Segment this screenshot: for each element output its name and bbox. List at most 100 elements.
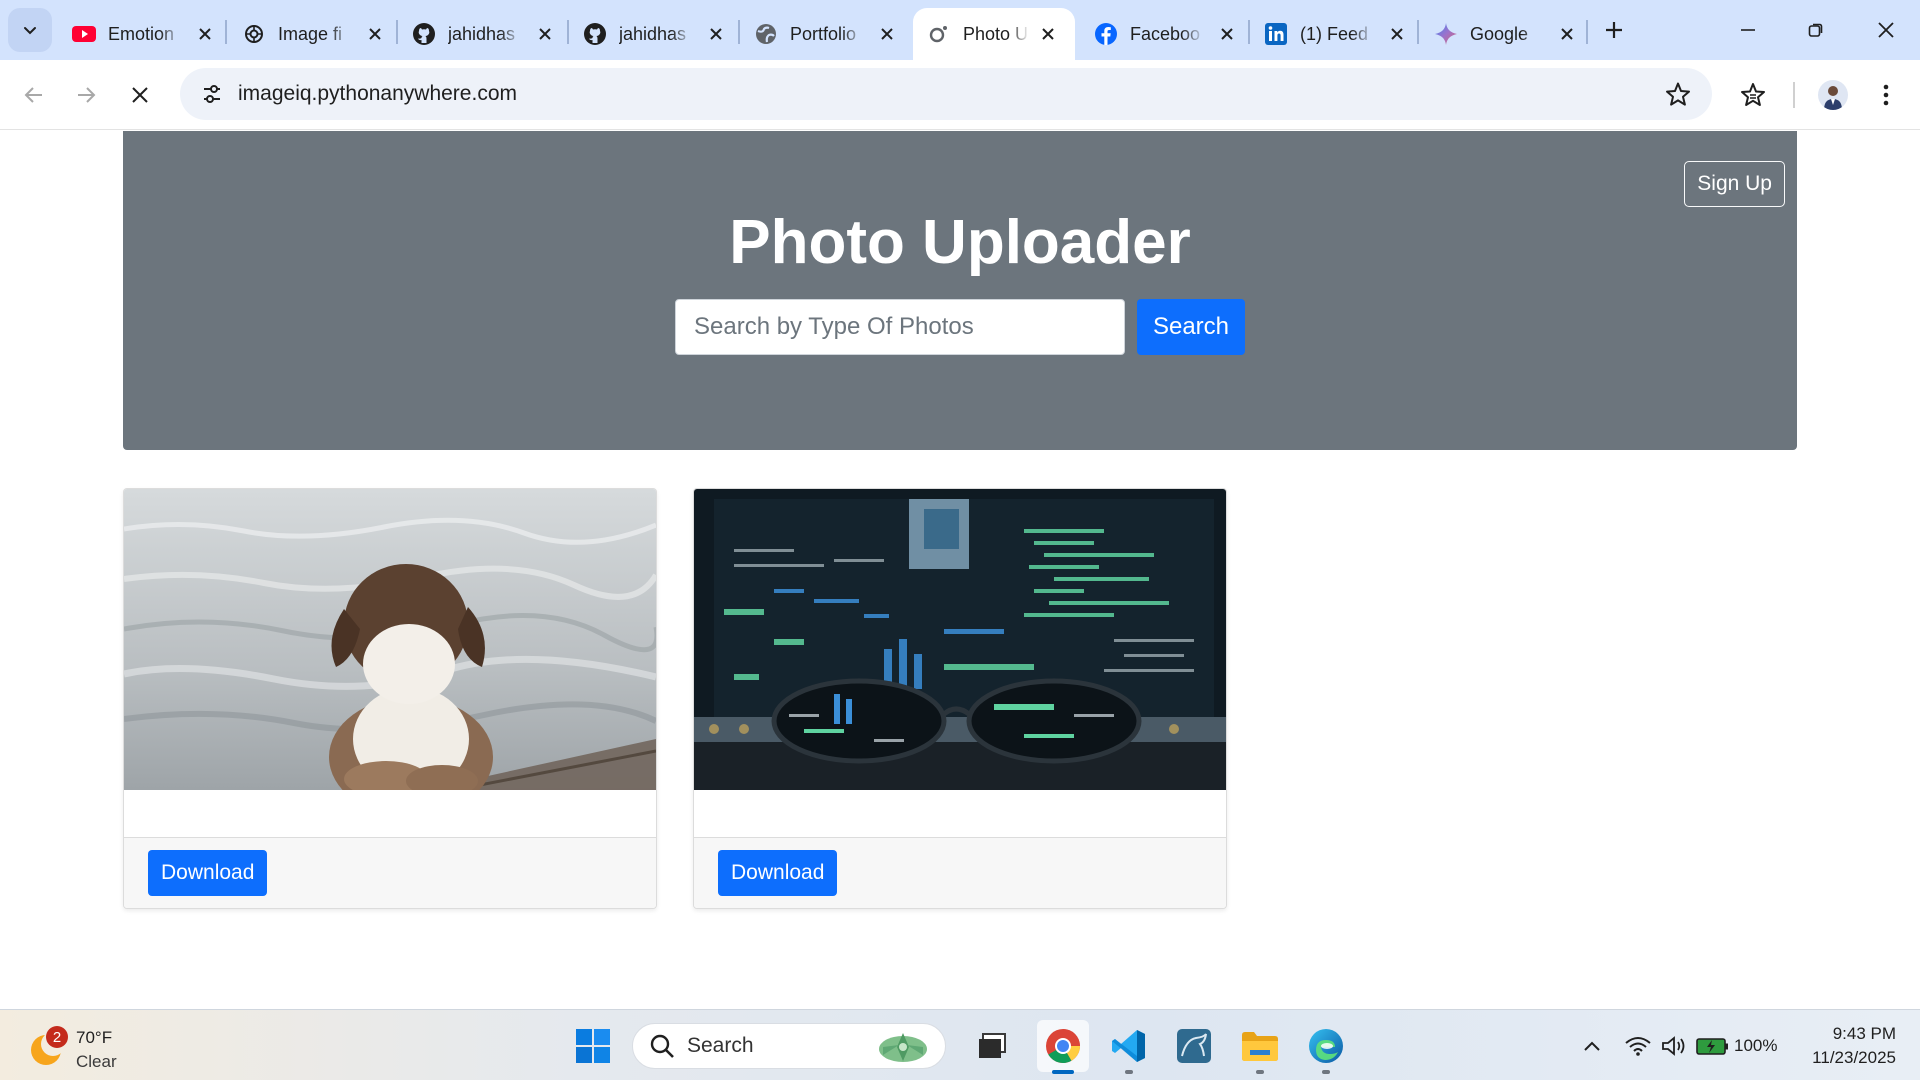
search-input[interactable] xyxy=(675,299,1125,355)
tab-photo-uploader[interactable]: Photo U xyxy=(913,8,1075,60)
tab-title: jahidhas xyxy=(619,23,687,44)
clock-date: 11/23/2025 xyxy=(1812,1048,1896,1067)
tab-close-icon[interactable] xyxy=(364,23,386,45)
star-list-icon xyxy=(1741,83,1765,106)
volume-status[interactable] xyxy=(1658,1032,1690,1060)
url-text: imageiq.pythonanywhere.com xyxy=(238,82,517,105)
gemini-icon xyxy=(1434,22,1458,46)
tab-close-icon[interactable] xyxy=(705,23,727,45)
download-button[interactable]: Download xyxy=(148,850,268,896)
taskbar-search-label: Search xyxy=(687,1034,754,1057)
bookmark-star-icon[interactable] xyxy=(1662,78,1694,110)
taskbar-file-explorer[interactable] xyxy=(1234,1020,1286,1074)
speaker-icon xyxy=(1662,1036,1685,1056)
tab-facebook[interactable]: Faceboo xyxy=(1080,8,1252,60)
minimize-button[interactable] xyxy=(1714,0,1782,60)
tab-github-1[interactable]: jahidhas xyxy=(398,8,570,60)
tab-separator xyxy=(225,20,227,44)
taskbar-edge[interactable] xyxy=(1300,1020,1352,1074)
search-button[interactable]: Search xyxy=(1137,299,1245,355)
close-icon xyxy=(1878,22,1894,38)
sign-up-button[interactable]: Sign Up xyxy=(1684,161,1785,207)
start-button[interactable] xyxy=(567,1020,619,1072)
running-app-indicator xyxy=(1256,1070,1264,1074)
weather-condition: Clear xyxy=(76,1052,117,1071)
close-window-button[interactable] xyxy=(1852,0,1920,60)
linkedin-icon xyxy=(1264,22,1288,46)
tab-close-icon[interactable] xyxy=(1556,23,1578,45)
github-icon xyxy=(583,22,607,46)
windows-taskbar: 2 70°F Clear Search 100% 9:43 PM 11/23/2… xyxy=(0,1009,1920,1080)
tab-github-2[interactable]: jahidhas xyxy=(569,8,741,60)
tab-separator xyxy=(1586,20,1588,44)
system-clock[interactable]: 9:43 PM 11/23/2025 xyxy=(1812,1022,1896,1070)
battery-charging-icon xyxy=(1696,1038,1728,1055)
running-app-indicator xyxy=(1322,1070,1330,1074)
chrome-icon xyxy=(1046,1029,1080,1063)
youtube-icon xyxy=(72,22,96,46)
search-icon xyxy=(650,1034,674,1058)
tab-portfolio[interactable]: Portfolio xyxy=(740,8,912,60)
browser-toolbar: imageiq.pythonanywhere.com xyxy=(0,60,1920,130)
edge-icon xyxy=(1309,1029,1343,1063)
show-hidden-icons-button[interactable] xyxy=(1580,1032,1604,1060)
toolbar-divider xyxy=(1793,82,1795,108)
browser-tab-strip: Emotion Image fi jahidhas jahidhas Portf… xyxy=(0,0,1920,60)
bookmarks-button[interactable] xyxy=(1733,75,1773,115)
tab-title: Image fi xyxy=(278,23,343,44)
taskbar-vscode[interactable] xyxy=(1103,1020,1155,1074)
tab-title: Portfolio xyxy=(790,23,857,44)
tab-search-button[interactable] xyxy=(8,8,52,52)
notification-badge: 2 xyxy=(46,1026,68,1048)
stop-loading-button[interactable] xyxy=(120,75,160,115)
site-info-icon[interactable] xyxy=(186,68,238,120)
tab-close-icon[interactable] xyxy=(876,23,898,45)
restore-button[interactable] xyxy=(1782,0,1850,60)
tab-linkedin[interactable]: (1) Feed xyxy=(1250,8,1422,60)
kebab-menu-icon xyxy=(1883,84,1889,106)
taskbar-task-view[interactable] xyxy=(967,1020,1019,1072)
card-body xyxy=(124,790,656,838)
weather-widget[interactable]: 2 70°F Clear xyxy=(28,1018,158,1074)
taskbar-chrome[interactable] xyxy=(1037,1020,1089,1074)
back-button[interactable] xyxy=(14,75,54,115)
photo-code-image xyxy=(694,489,1226,790)
wifi-status[interactable] xyxy=(1622,1032,1654,1060)
menu-button[interactable] xyxy=(1866,75,1906,115)
card-footer: Download xyxy=(694,838,1226,908)
tab-title: Emotion xyxy=(108,23,175,44)
battery-status[interactable]: 100% xyxy=(1696,1032,1786,1060)
forward-button[interactable] xyxy=(66,75,106,115)
card-body xyxy=(694,790,1226,838)
tab-close-icon[interactable] xyxy=(1037,23,1059,45)
tab-close-icon[interactable] xyxy=(534,23,556,45)
search-form: Search xyxy=(675,299,1245,355)
download-button[interactable]: Download xyxy=(718,850,838,896)
tab-google[interactable]: Google xyxy=(1420,8,1592,60)
tab-close-icon[interactable] xyxy=(1216,23,1238,45)
taskbar-mysql-workbench[interactable] xyxy=(1168,1020,1220,1072)
vscode-icon xyxy=(1112,1030,1145,1062)
chatgpt-icon xyxy=(242,22,266,46)
mysql-workbench-icon xyxy=(1177,1029,1211,1063)
tab-emotion[interactable]: Emotion xyxy=(58,8,230,60)
tab-title: Google xyxy=(1470,23,1529,44)
profile-button[interactable] xyxy=(1813,75,1853,115)
tab-close-icon[interactable] xyxy=(194,23,216,45)
running-app-indicator xyxy=(1125,1070,1133,1074)
tab-close-icon[interactable] xyxy=(1386,23,1408,45)
tab-image[interactable]: Image fi xyxy=(228,8,400,60)
arrow-right-icon xyxy=(78,87,96,103)
task-view-icon xyxy=(979,1033,1006,1058)
photo-dog-image xyxy=(124,489,656,790)
minimize-icon xyxy=(1741,29,1755,31)
taskbar-search[interactable]: Search xyxy=(632,1023,946,1069)
facebook-icon xyxy=(1094,22,1118,46)
tab-title: (1) Feed xyxy=(1300,23,1369,44)
restore-icon xyxy=(1808,23,1823,37)
page-title: Photo Uploader xyxy=(729,208,1191,277)
address-bar[interactable]: imageiq.pythonanywhere.com xyxy=(180,68,1712,120)
folder-icon xyxy=(1242,1032,1278,1061)
new-tab-button[interactable] xyxy=(1596,12,1632,48)
wifi-icon xyxy=(1625,1037,1651,1056)
